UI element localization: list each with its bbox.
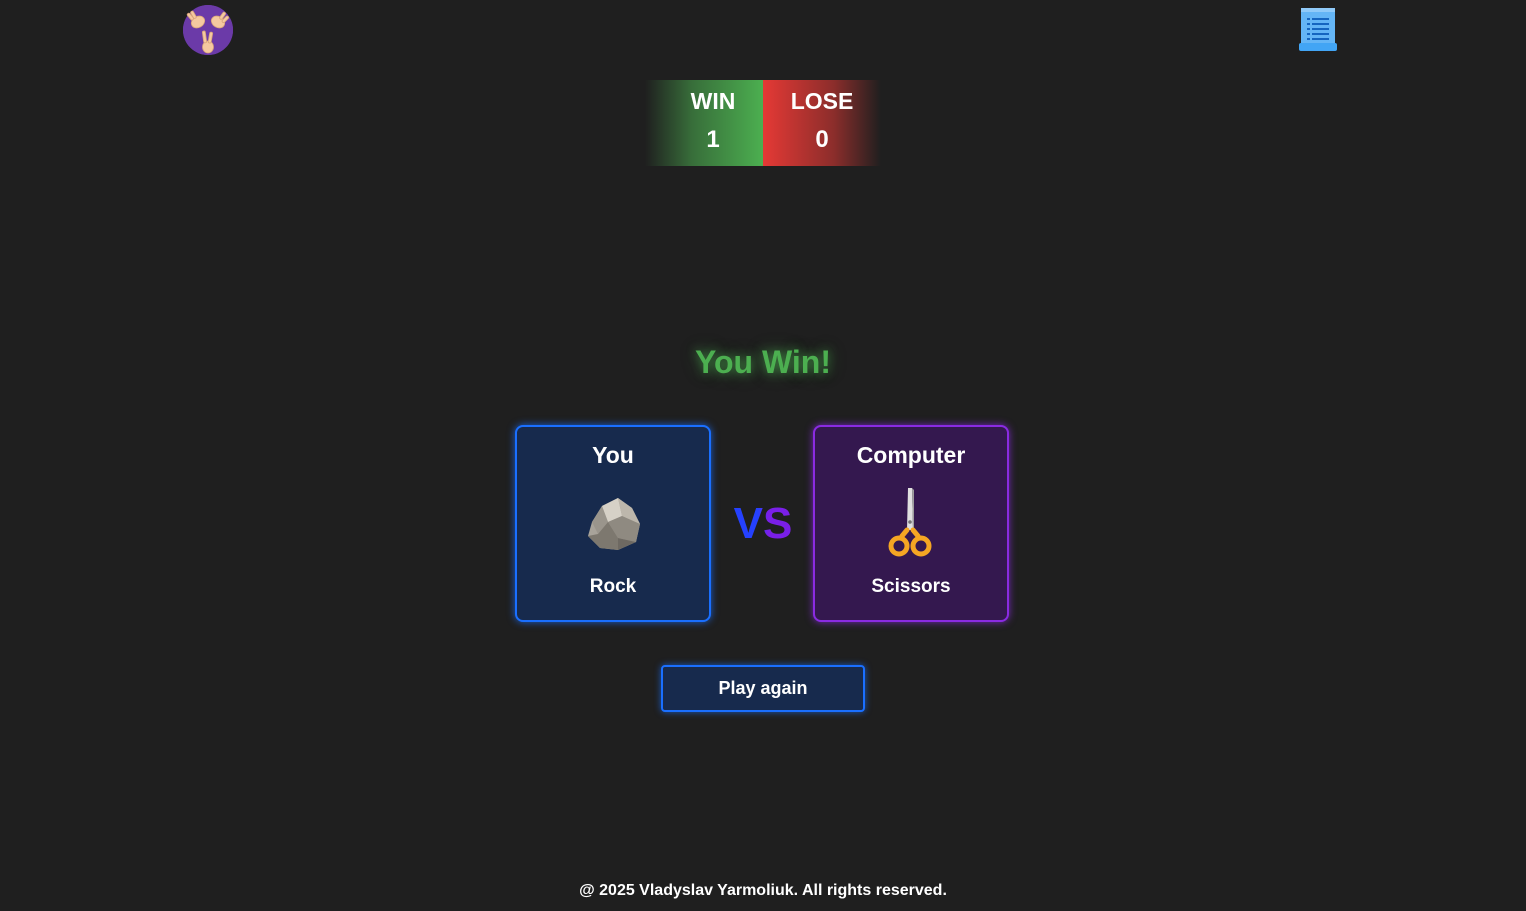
rules-scroll-icon[interactable] xyxy=(1297,6,1339,54)
computer-choice-card: Computer Scissors xyxy=(813,425,1009,622)
player-choice-label: Rock xyxy=(589,576,637,597)
win-score: WIN 1 xyxy=(645,80,763,166)
versus-label: VS xyxy=(713,496,813,552)
lose-count: 0 xyxy=(815,126,829,153)
scoreboard: WIN 1 LOSE 0 xyxy=(645,80,881,166)
scissors-icon xyxy=(871,483,951,563)
lose-score: LOSE 0 xyxy=(763,80,881,166)
rock-icon xyxy=(573,483,653,563)
win-count: 1 xyxy=(706,126,720,153)
win-label: WIN xyxy=(690,88,736,114)
player-title: You xyxy=(592,442,634,468)
player-choice-card: You Rock xyxy=(515,425,711,622)
lose-label: LOSE xyxy=(790,88,854,114)
play-again-button[interactable]: Play again xyxy=(661,665,865,712)
computer-choice-label: Scissors xyxy=(871,576,951,597)
footer-copyright: @ 2025 Vladyslav Yarmoliuk. All rights r… xyxy=(579,882,947,899)
game-page: WIN 1 LOSE 0 You Win! You Rock VS Comput… xyxy=(0,0,1526,911)
computer-title: Computer xyxy=(856,442,966,468)
round-result: You Win! xyxy=(695,344,831,380)
rock-paper-scissors-logo-icon[interactable] xyxy=(183,5,233,55)
